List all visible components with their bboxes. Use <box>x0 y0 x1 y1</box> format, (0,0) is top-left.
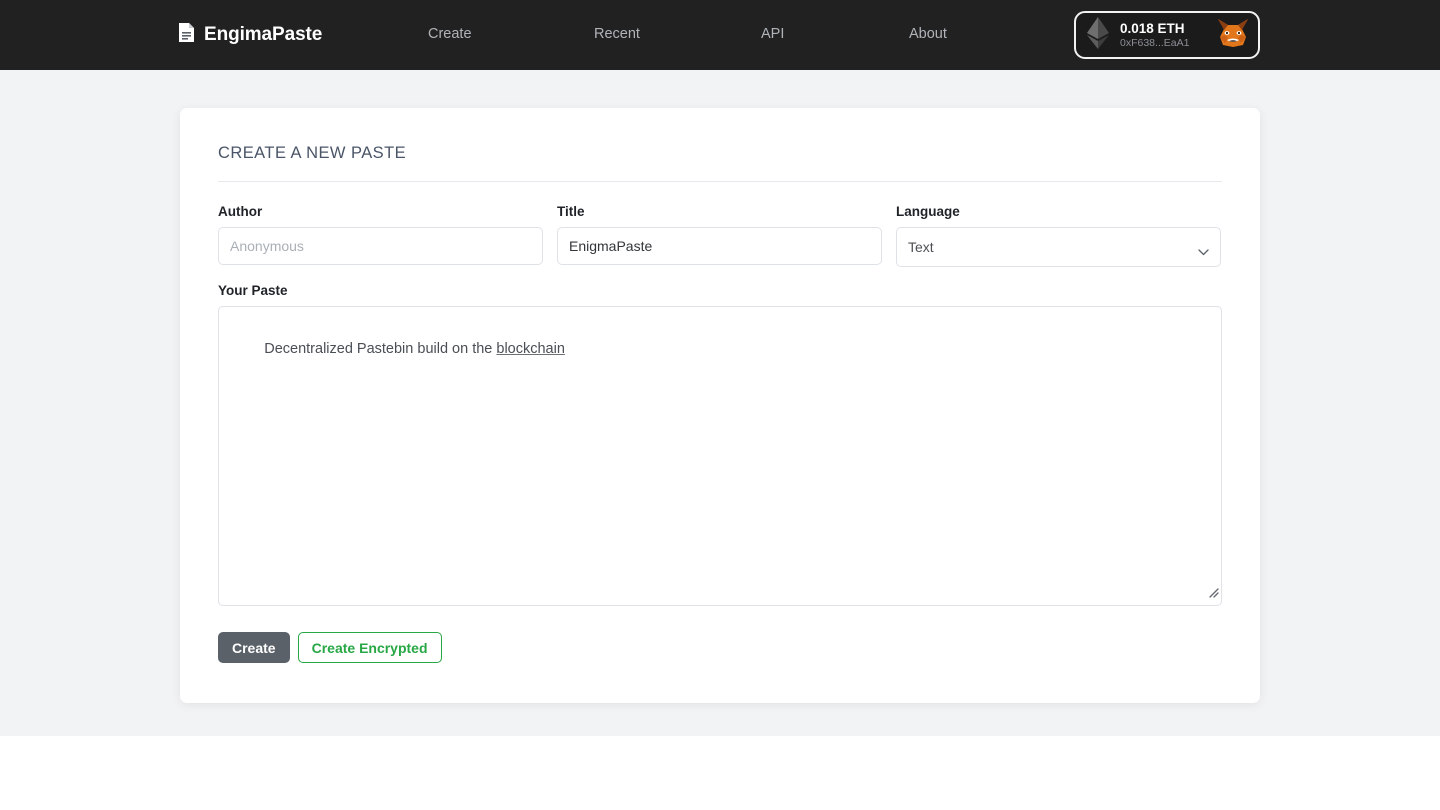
author-field-group: Author <box>218 204 543 267</box>
brand-name: EngimaPaste <box>204 24 323 45</box>
create-encrypted-button[interactable]: Create Encrypted <box>297 632 442 663</box>
paste-text-spellchecked: blockchain <box>496 341 565 358</box>
paste-label: Your Paste <box>218 283 288 298</box>
page-background: CREATE A NEW PASTE Author Title Language… <box>0 70 1440 736</box>
language-select[interactable]: Text <box>896 227 1221 267</box>
ethereum-icon <box>1086 16 1110 55</box>
title-label: Title <box>557 204 585 219</box>
nav-item-about[interactable]: About <box>909 26 947 42</box>
author-label: Author <box>218 204 263 219</box>
language-label: Language <box>896 204 960 219</box>
create-paste-card: CREATE A NEW PASTE Author Title Language… <box>180 108 1260 703</box>
author-input[interactable] <box>218 227 543 265</box>
form-actions: Create Create Encrypted <box>218 632 1222 663</box>
form-row-meta: Author Title Language Text <box>218 204 1222 267</box>
paste-text-content: Decentralized Pastebin build on the bloc… <box>232 318 1208 381</box>
wallet-balance: 0.018 ETH <box>1120 21 1185 37</box>
nav-item-recent[interactable]: Recent <box>594 26 640 42</box>
create-button[interactable]: Create <box>218 632 290 663</box>
wallet-widget[interactable]: 0.018 ETH 0xF638...EaA1 <box>1074 11 1260 59</box>
language-field-group: Language Text <box>896 204 1221 267</box>
top-navbar: EngimaPaste Create Recent API About 0.01… <box>0 0 1440 70</box>
language-select-wrap: Text <box>896 227 1221 267</box>
resize-handle-icon[interactable] <box>1205 584 1219 603</box>
title-input[interactable] <box>557 227 882 265</box>
brand-logo-link[interactable]: EngimaPaste <box>178 22 322 48</box>
title-field-group: Title <box>557 204 882 267</box>
paste-text-plain: Decentralized Pastebin build on the <box>264 341 497 358</box>
wallet-info: 0.018 ETH 0xF638...EaA1 <box>1118 21 1208 49</box>
paste-textarea[interactable]: Decentralized Pastebin build on the bloc… <box>218 306 1222 606</box>
nav-item-api[interactable]: API <box>761 26 784 42</box>
page-title: CREATE A NEW PASTE <box>218 144 407 162</box>
title-divider <box>218 181 1222 182</box>
document-icon <box>178 22 195 48</box>
metamask-fox-icon[interactable] <box>1216 17 1250 54</box>
wallet-address: 0xF638...EaA1 <box>1120 36 1190 49</box>
nav-item-create[interactable]: Create <box>428 26 472 42</box>
